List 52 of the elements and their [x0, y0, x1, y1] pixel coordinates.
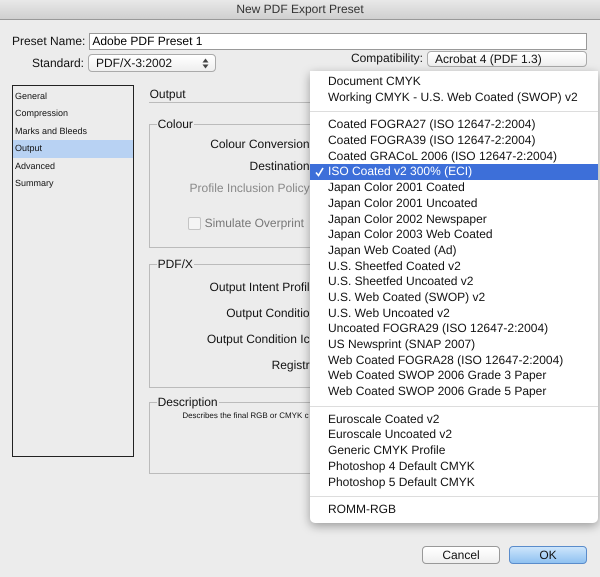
window-title: New PDF Export Preset	[0, 0, 600, 20]
menu-item[interactable]: U.S. Web Uncoated v2	[310, 306, 598, 322]
menu-item[interactable]: U.S. Sheetfed Coated v2	[310, 258, 598, 274]
menu-item[interactable]: Euroscale Coated v2	[310, 412, 598, 428]
menu-item[interactable]: U.S. Web Coated (SWOP) v2	[310, 290, 598, 306]
description-text: Describes the final RGB or CMYK c	[181, 411, 309, 420]
menu-item[interactable]: Coated GRACoL 2006 (ISO 12647-2:2004)	[310, 148, 598, 164]
menu-item[interactable]: Photoshop 4 Default CMYK	[310, 458, 598, 474]
menu-item[interactable]: Japan Web Coated (Ad)	[310, 242, 598, 259]
menu-item[interactable]: Photoshop 5 Default CMYK	[310, 474, 598, 490]
menu-item[interactable]: Generic CMYK Profile	[310, 443, 598, 459]
field-label: Preset Name:	[12, 34, 86, 48]
sidebar-item[interactable]: Marks and Bleeds	[13, 122, 133, 140]
group-title: Description	[156, 395, 219, 410]
checkmark-icon	[315, 167, 324, 178]
menu-item[interactable]: Document CMYK	[310, 74, 598, 90]
field-label: Output Condition Ic	[206, 331, 310, 348]
preset-name-field[interactable]: Adobe PDF Preset 1	[89, 32, 587, 50]
sidebar-item[interactable]: Advanced	[13, 158, 133, 175]
menu-item[interactable]: Web Coated FOGRA28 (ISO 12647-2:2004)	[310, 352, 598, 368]
field-label: Colour Conversion	[209, 136, 310, 153]
field-label: Standard:	[30, 56, 84, 70]
menu-item[interactable]: Coated FOGRA39 (ISO 12647-2:2004)	[310, 133, 598, 149]
standard-dropdown[interactable]: PDF/X-3:2002	[88, 54, 216, 72]
updown-arrows-icon	[202, 58, 209, 68]
menu-item[interactable]: Japan Color 2001 Coated	[310, 180, 598, 196]
sidebar-item[interactable]: Output	[13, 140, 133, 158]
field-label: Output Intent Profil	[208, 279, 310, 296]
field-label: Destination	[248, 158, 310, 175]
menu-item[interactable]: Euroscale Uncoated v2	[310, 427, 598, 444]
sidebar-item[interactable]: Compression	[13, 105, 133, 123]
menu-item[interactable]: US Newsprint (SNAP 2007)	[310, 337, 598, 353]
menu-item[interactable]: Uncoated FOGRA29 (ISO 12647-2:2004)	[310, 321, 598, 337]
sidebar-item[interactable]: General	[13, 88, 133, 106]
ok-button[interactable]: OK	[509, 546, 587, 564]
compatibility-dropdown[interactable]: Acrobat 4 (PDF 1.3)	[427, 51, 587, 67]
field-label: Registr	[270, 357, 310, 374]
checkbox-label: Simulate Overprint	[204, 216, 304, 230]
menu-item[interactable]: ISO Coated v2 300% (ECI)	[310, 164, 598, 180]
menu-item[interactable]: Web Coated SWOP 2006 Grade 5 Paper	[310, 384, 598, 400]
menu-item[interactable]: Japan Color 2003 Web Coated	[310, 227, 598, 243]
menu-item[interactable]: Web Coated SWOP 2006 Grade 3 Paper	[310, 368, 598, 384]
menu-item[interactable]: ROMM-RGB	[310, 502, 598, 518]
sidebar-item[interactable]: Summary	[13, 174, 133, 192]
menu-item[interactable]: Japan Color 2001 Uncoated	[310, 196, 598, 212]
menu-item[interactable]: Japan Color 2002 Newspaper	[310, 212, 598, 228]
field-label: Output Conditio	[225, 305, 310, 322]
menu-item[interactable]: U.S. Sheetfed Uncoated v2	[310, 274, 598, 290]
field-label: Compatibility:	[350, 51, 423, 65]
menu-item[interactable]: Coated FOGRA27 (ISO 12647-2:2004)	[310, 117, 598, 134]
cancel-button[interactable]: Cancel	[422, 546, 500, 564]
field-label: Profile Inclusion Policy	[188, 180, 310, 197]
